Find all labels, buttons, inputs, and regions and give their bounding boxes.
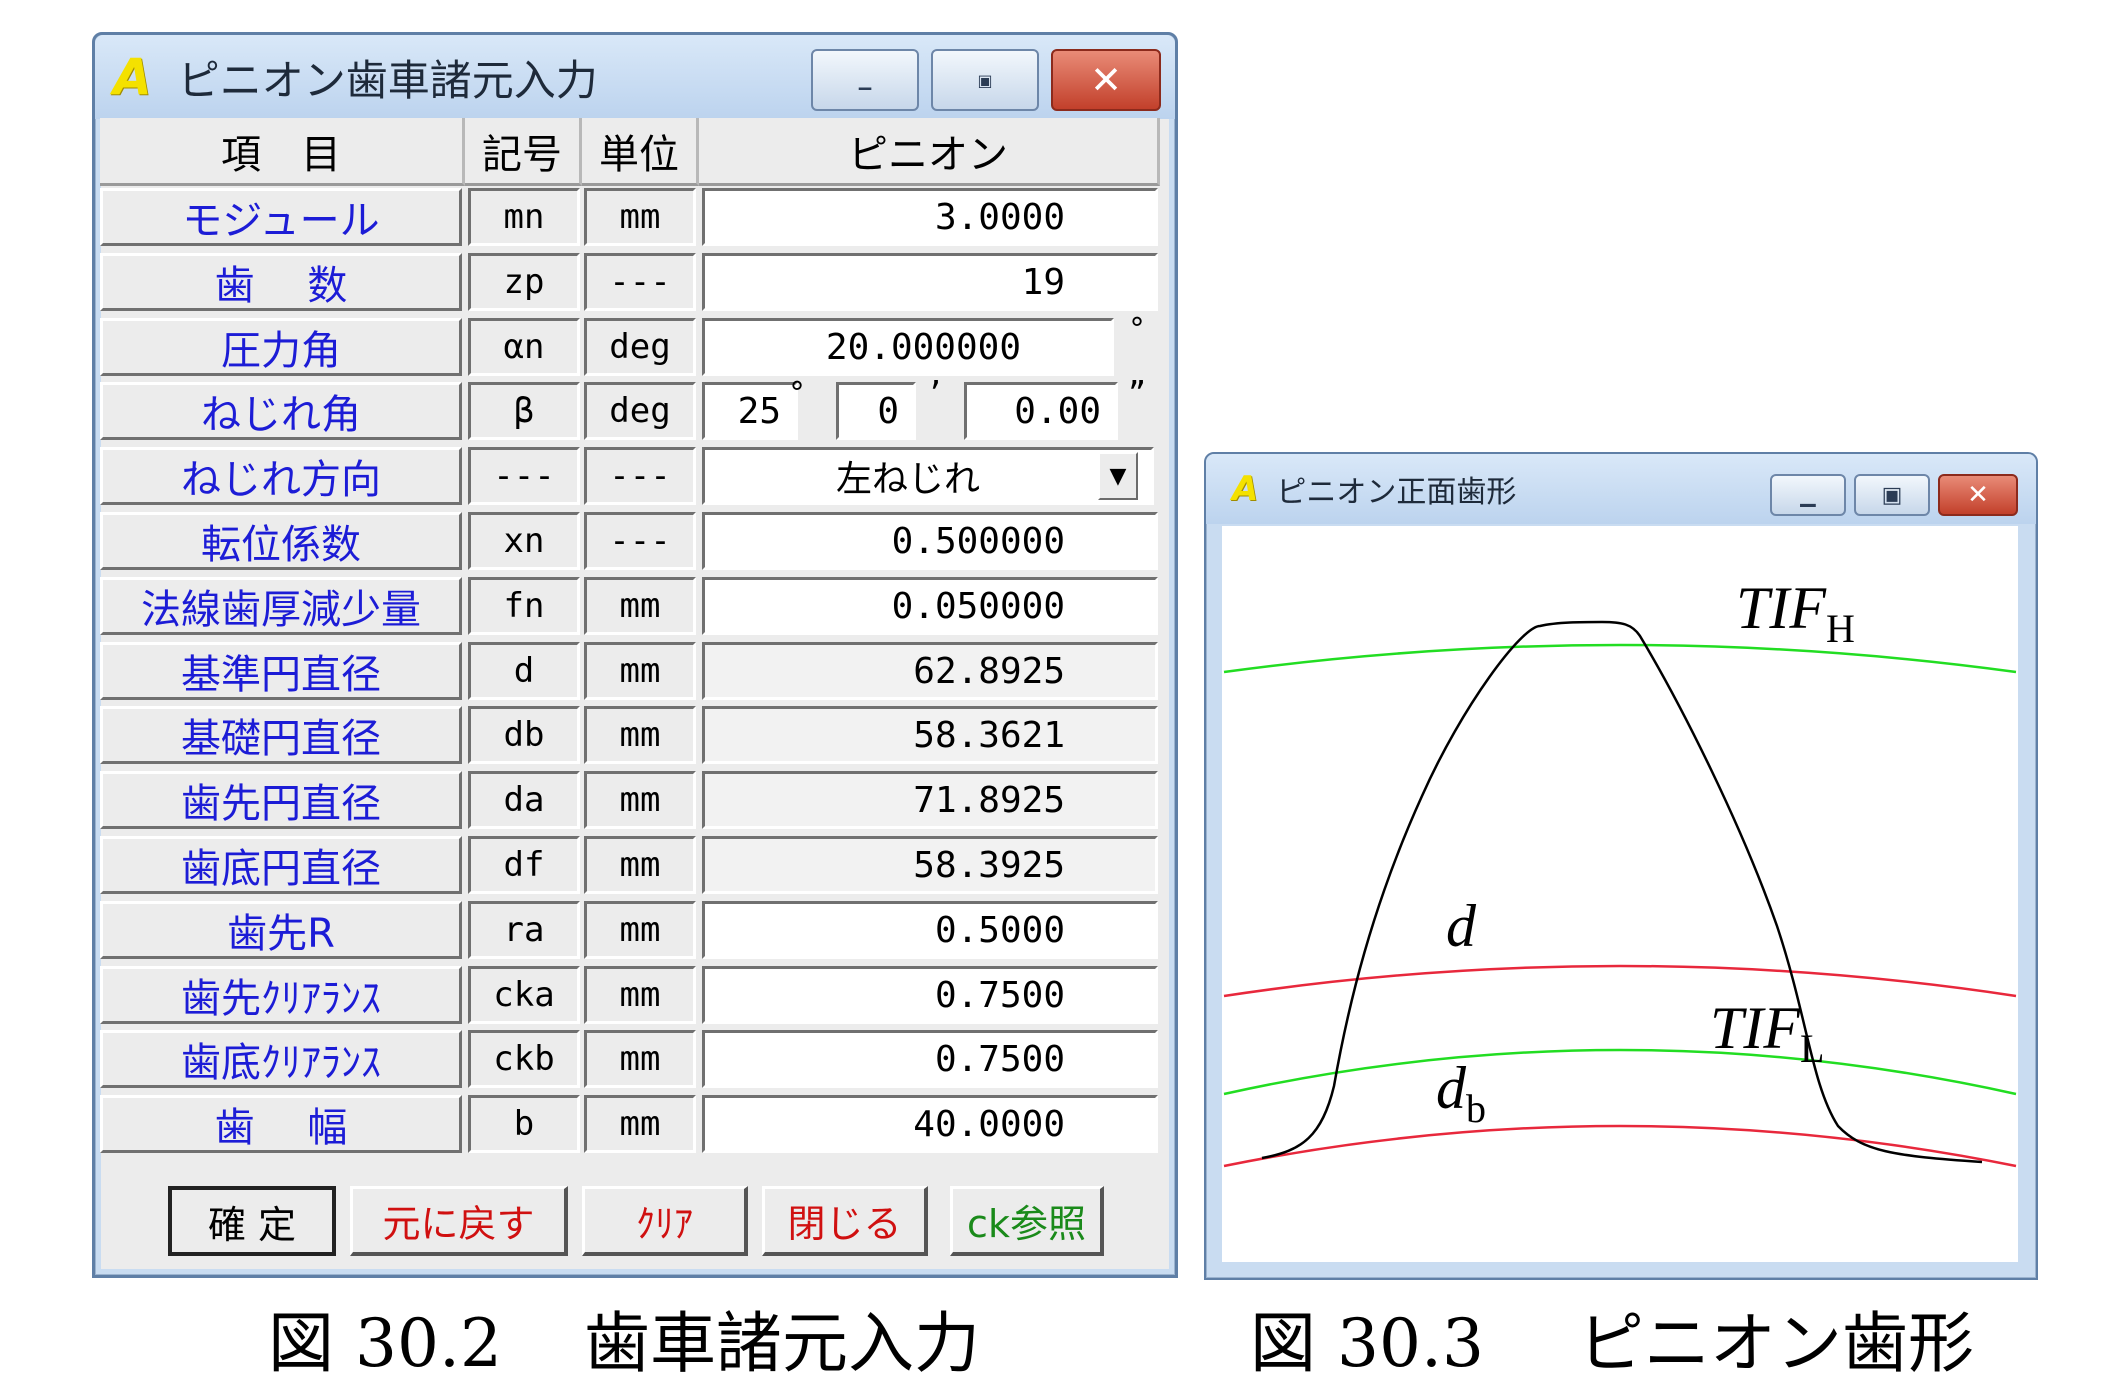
row-value-input[interactable]: 0.7500 [702,1030,1158,1088]
row-unit: --- [584,512,696,570]
row-unit: mm [584,836,696,894]
row-value-input[interactable]: 20.000000 [702,318,1114,376]
row-unit: mm [584,1095,696,1153]
app-logo-icon: A [113,48,152,106]
degree-suffix: ° [1128,312,1147,347]
header-symbol: 記号 [465,118,582,186]
window-title: ピニオン歯車諸元入力 [177,55,598,105]
row-label: ねじれ方向 [100,447,462,505]
row-unit: mm [584,901,696,959]
row-symbol: fn [468,577,580,635]
row-unit: --- [584,447,696,505]
row-symbol: b [468,1095,580,1153]
d-label: d [1446,893,1477,959]
revert-button[interactable]: 元に戻す [350,1186,568,1256]
header-unit: 単位 [582,118,699,186]
row-value-input[interactable]: 19 [702,253,1158,311]
helix-minute-input[interactable]: 0 [836,382,916,440]
maximize-icon[interactable]: ▣ [931,49,1039,111]
second-mark: ” [1128,376,1147,411]
row-label: 基準円直径 [100,642,462,700]
row-label: モジュール [100,188,462,246]
clear-button[interactable]: ｸﾘｱ [582,1186,748,1256]
row-value-input: 58.3621 [702,706,1158,764]
row-value-input[interactable]: 0.7500 [702,966,1158,1024]
row-unit: mm [584,577,696,635]
row-symbol: αn [468,318,580,376]
row-label: 歯先円直径 [100,771,462,829]
plot-minimize-icon[interactable]: ▁ [1770,474,1846,516]
degree-mark: ° [788,376,807,411]
row-label: 歯 数 [100,253,462,311]
row-symbol: df [468,836,580,894]
caption-right-number: 図 30.3 [1250,1305,1484,1382]
plot-window-title: ピニオン正面歯形 [1276,475,1517,510]
row-label: ねじれ角 [100,382,462,440]
ck-reference-button[interactable]: ck参照 [950,1186,1104,1256]
row-symbol: --- [468,447,580,505]
row-unit: deg [584,318,696,376]
row-label: 歯先ｸﾘｱﾗﾝｽ [100,966,462,1024]
row-value-input[interactable]: 3.0000 [702,188,1158,246]
row-value-input[interactable]: 0.500000 [702,512,1158,570]
row-value-input[interactable]: 0.5000 [702,901,1158,959]
row-symbol: zp [468,253,580,311]
row-label: 基礎円直径 [100,706,462,764]
close-icon[interactable]: ✕ [1051,49,1161,111]
row-unit: --- [584,253,696,311]
row-unit: mm [584,706,696,764]
row-value-input: 71.8925 [702,771,1158,829]
row-label: 圧力角 [100,318,462,376]
row-symbol: ra [468,901,580,959]
chevron-down-icon[interactable]: ▼ [1098,452,1138,500]
plot-maximize-icon[interactable]: ▣ [1854,474,1930,516]
caption-left-number: 図 30.2 [268,1305,502,1382]
plot-app-logo-icon: A [1232,469,1259,509]
row-label: 歯先R [100,901,462,959]
row-symbol: d [468,642,580,700]
caption-right-text: ピニオン歯形 [1578,1305,1974,1382]
minimize-icon[interactable]: ▁ [811,49,919,111]
helix-second-input[interactable]: 0.00 [964,382,1118,440]
row-unit: mm [584,1030,696,1088]
row-label: 転位係数 [100,512,462,570]
row-label: 歯底円直径 [100,836,462,894]
row-value-input[interactable]: 0.050000 [702,577,1158,635]
minute-mark: ’ [926,376,945,411]
row-unit: mm [584,771,696,829]
header-value: ピニオン [699,118,1160,186]
header-item: 項 目 [100,118,465,186]
row-unit: deg [584,382,696,440]
helix-direction-select[interactable]: 左ねじれ [702,447,1154,505]
row-value-input: 58.3925 [702,836,1158,894]
row-unit: mm [584,966,696,1024]
row-symbol: xn [468,512,580,570]
row-symbol: β [468,382,580,440]
row-value-input: 62.8925 [702,642,1158,700]
row-symbol: db [468,706,580,764]
row-unit: mm [584,642,696,700]
row-symbol: cka [468,966,580,1024]
confirm-button[interactable]: 確 定 [168,1186,336,1256]
tooth-profile-canvas: TIFH d TIFL db [1222,526,2018,1262]
helix-degree-input[interactable]: 25 [702,382,798,440]
row-value-input[interactable]: 40.0000 [702,1095,1158,1153]
row-unit: mm [584,188,696,246]
row-label: 歯 幅 [100,1095,462,1153]
row-symbol: ckb [468,1030,580,1088]
row-symbol: da [468,771,580,829]
plot-close-icon[interactable]: ✕ [1938,474,2018,516]
close-button[interactable]: 閉じる [762,1186,928,1256]
row-symbol: mn [468,188,580,246]
caption-left-text: 歯車諸元入力 [584,1305,980,1382]
row-label: 歯底ｸﾘｱﾗﾝｽ [100,1030,462,1088]
row-label: 法線歯厚減少量 [100,577,462,635]
